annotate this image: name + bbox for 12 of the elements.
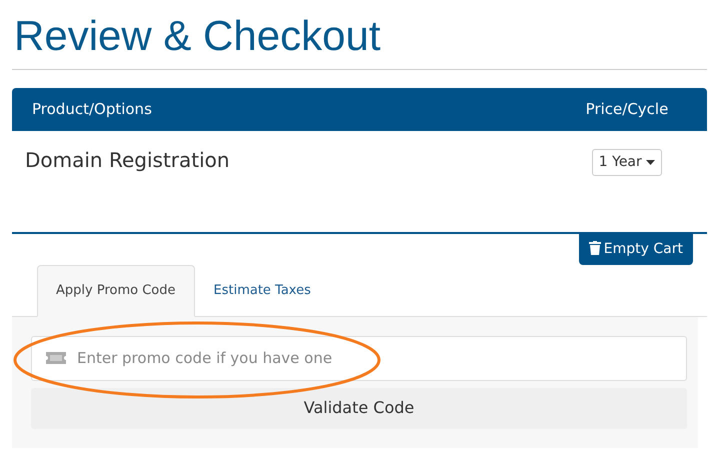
cycle-dropdown[interactable]: 1 Year: [592, 149, 662, 176]
empty-cart-button[interactable]: Empty Cart: [578, 234, 693, 265]
product-name: Domain Registration: [25, 148, 230, 172]
tab[interactable]: Apply Promo Code: [37, 265, 194, 316]
promo-code-field[interactable]: Enter promo code if you have one: [31, 336, 687, 380]
page-title: Review & Checkout: [13, 11, 382, 61]
trash-icon: [588, 241, 601, 255]
validate-code-button[interactable]: Validate Code: [31, 388, 687, 428]
tab[interactable]: Estimate Taxes: [194, 265, 330, 316]
caret-icon: [646, 160, 656, 165]
column-header: Product/Options: [31, 99, 153, 120]
column-header: Price/Cycle: [584, 99, 670, 120]
